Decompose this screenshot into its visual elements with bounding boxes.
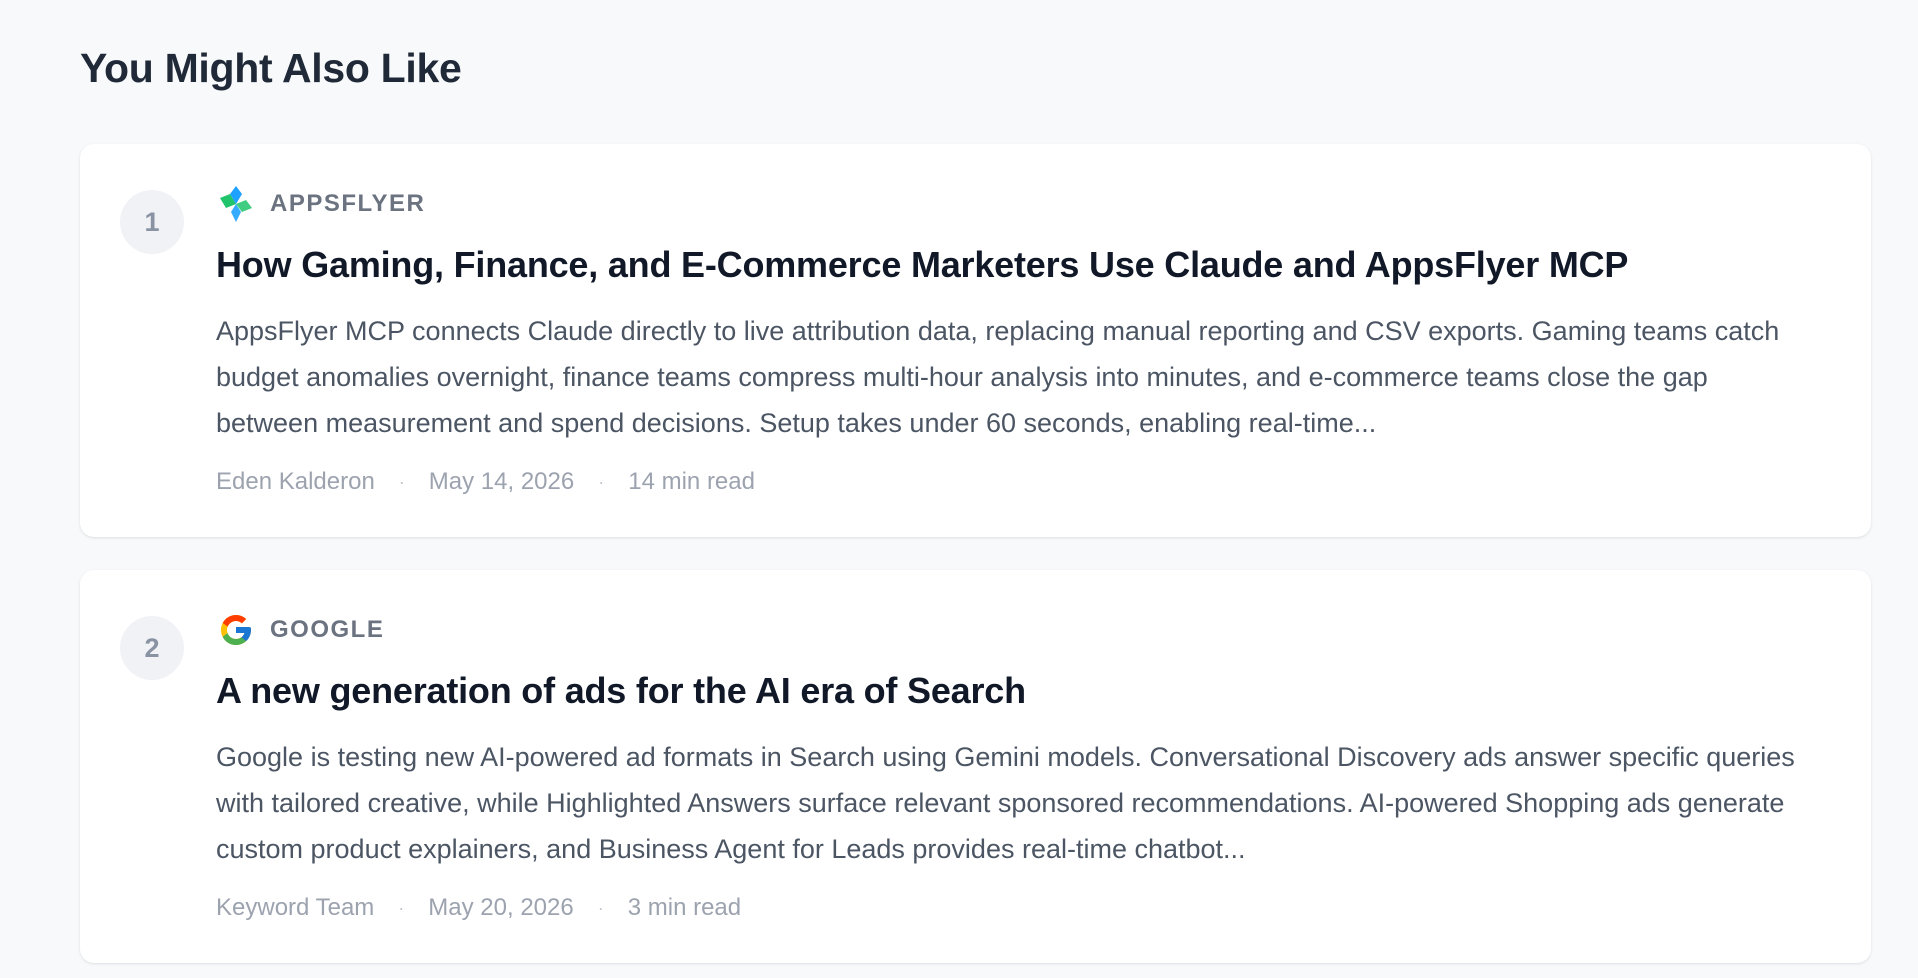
article-excerpt: Google is testing new AI-powered ad form… xyxy=(216,742,1795,864)
article-date: May 20, 2026 xyxy=(428,894,574,921)
google-logo-icon xyxy=(216,610,256,650)
article-meta: Eden Kalderon · May 14, 2026 · 14 min re… xyxy=(216,468,1811,496)
article-title-link[interactable]: A new generation of ads for the AI era o… xyxy=(216,666,1811,716)
related-articles-section: You Might Also Like 1 APPSFLYER How Gami… xyxy=(0,0,1918,978)
appsflyer-logo-icon xyxy=(216,184,256,224)
article-source: GOOGLE xyxy=(216,608,1811,652)
article-content: GOOGLE A new generation of ads for the A… xyxy=(216,608,1811,922)
article-author: Keyword Team xyxy=(216,894,375,921)
rank-badge: 2 xyxy=(120,616,184,680)
article-date: May 14, 2026 xyxy=(428,468,575,495)
article-source: APPSFLYER xyxy=(216,182,1811,226)
article-card[interactable]: 1 APPSFLYER How Gaming, Finance, and E-C… xyxy=(80,144,1871,537)
article-read-time: 3 min read xyxy=(627,894,742,921)
article-read-time: 14 min read xyxy=(628,468,755,495)
meta-separator: · xyxy=(398,897,405,918)
source-name: GOOGLE xyxy=(270,616,385,643)
source-name: APPSFLYER xyxy=(270,190,426,217)
article-card[interactable]: 2 GOOGLE A new generation of ads for the… xyxy=(80,570,1871,963)
meta-separator: · xyxy=(598,471,605,492)
article-content: APPSFLYER How Gaming, Finance, and E-Com… xyxy=(216,182,1811,496)
meta-separator: · xyxy=(398,471,405,492)
article-author: Eden Kalderon xyxy=(216,468,375,495)
meta-separator: · xyxy=(597,897,604,918)
article-excerpt: AppsFlyer MCP connects Claude directly t… xyxy=(216,316,1780,438)
article-title-link[interactable]: How Gaming, Finance, and E-Commerce Mark… xyxy=(216,240,1811,290)
article-meta: Keyword Team · May 20, 2026 · 3 min read xyxy=(216,894,1811,922)
rank-badge: 1 xyxy=(120,190,184,254)
section-title: You Might Also Like xyxy=(80,45,462,91)
